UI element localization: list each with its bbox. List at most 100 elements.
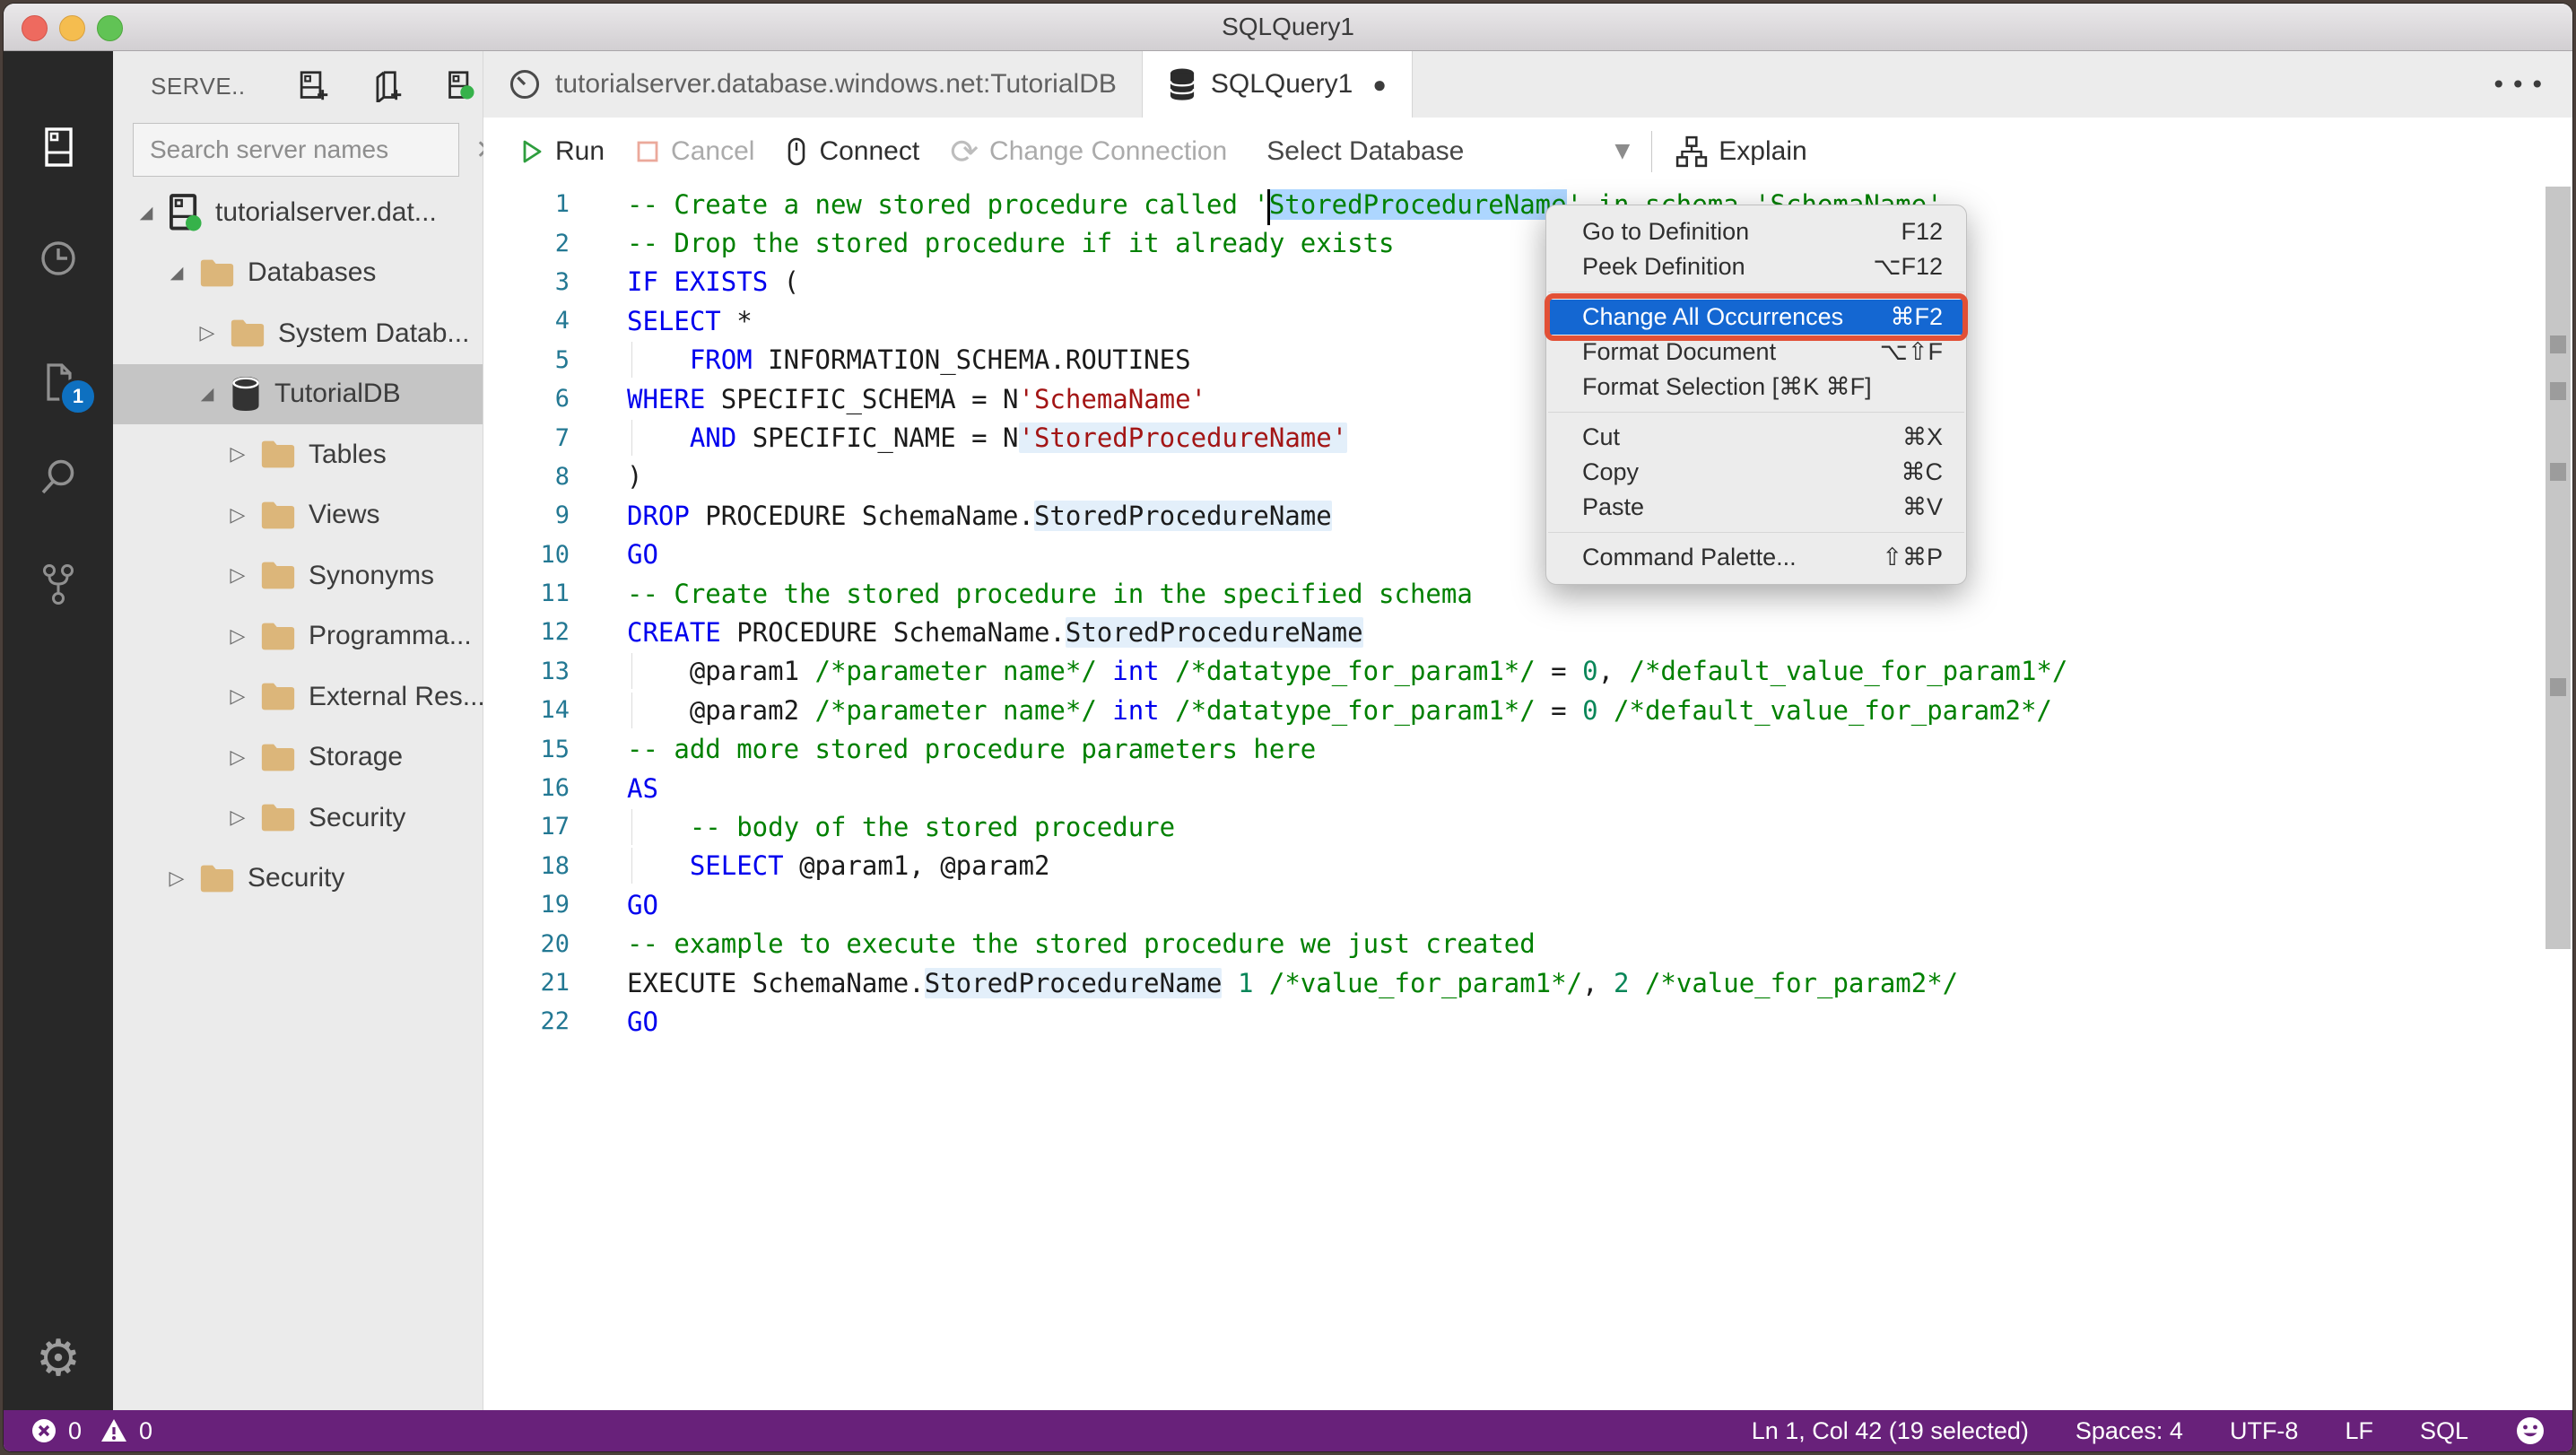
code-line-9[interactable]: 9 DROP PROCEDURE SchemaName.StoredProcedu… [483, 496, 2537, 535]
tree-item-external-res[interactable]: ▷ External Res... [113, 667, 485, 727]
menu-item-cut[interactable]: Cut ⌘X [1546, 420, 1966, 455]
menu-item-change-all-occurrences[interactable]: Change All Occurrences ⌘F2 [1545, 293, 1968, 341]
tree-item-security[interactable]: ▷ Security [113, 849, 483, 909]
code-line-11[interactable]: 11 -- Create the stored procedure in the … [483, 574, 2537, 613]
activity-item-task-history[interactable] [4, 218, 113, 299]
twisty-collapsed-icon[interactable]: ▷ [224, 504, 251, 527]
twisty-collapsed-icon[interactable]: ▷ [224, 806, 251, 829]
tree-item-views[interactable]: ▷ Views [113, 485, 483, 545]
server-icon [169, 193, 203, 232]
activity-item-open-editors[interactable]: 1 [4, 342, 113, 423]
code-line-4[interactable]: 4 SELECT * [483, 301, 2537, 340]
dirty-indicator-icon: ● [1372, 70, 1388, 98]
problems-status[interactable]: 0 0 [30, 1417, 152, 1445]
tree-item-programma[interactable]: ▷ Programma... [113, 606, 483, 667]
code-line-15[interactable]: 15 -- add more stored procedure parameter… [483, 729, 2537, 768]
activity-item-servers[interactable] [4, 107, 113, 187]
code-line-22[interactable]: 22 GO [483, 1002, 2537, 1041]
window-minimize-button[interactable] [59, 15, 85, 41]
select-database-dropdown[interactable]: Select Database ▼ [1266, 136, 1630, 167]
line-content: DROP PROCEDURE SchemaName.StoredProcedur… [627, 500, 1332, 531]
twisty-collapsed-icon[interactable]: ▷ [224, 625, 251, 648]
status-encoding[interactable]: UTF-8 [2230, 1417, 2299, 1445]
code-line-19[interactable]: 19 GO [483, 885, 2537, 924]
dashboard-icon [509, 68, 541, 100]
menu-item-shortcut: ⌘F2 [1890, 303, 1943, 330]
menu-item-go-to-definition[interactable]: Go to Definition F12 [1546, 214, 1966, 249]
open-editors-badge: 1 [59, 378, 97, 415]
tab-sqlquery1[interactable]: SQLQuery1 ● [1142, 51, 1414, 118]
window-maximize-button[interactable] [97, 15, 123, 41]
menu-item-paste[interactable]: Paste ⌘V [1546, 490, 1966, 525]
line-content: -- add more stored procedure parameters … [627, 734, 1316, 764]
code-line-18[interactable]: 18 SELECT @param1, @param2 [483, 847, 2537, 885]
code-line-3[interactable]: 3 IF EXISTS ( [483, 263, 2537, 301]
twisty-expanded-icon[interactable]: ◢ [194, 384, 221, 404]
editor-group: tutorialserver.database.windows.net:Tuto… [483, 51, 2572, 1410]
line-content: @param1 /*parameter name*/ int /*datatyp… [627, 653, 2067, 690]
tree-item-databases[interactable]: ◢ Databases [113, 243, 483, 303]
tree-item-tutorialdb[interactable]: ◢ TutorialDB [113, 363, 483, 424]
new-server-group-icon[interactable] [371, 70, 404, 102]
tree-item-synonyms[interactable]: ▷ Synonyms [113, 545, 483, 606]
twisty-collapsed-icon[interactable]: ▷ [194, 322, 221, 344]
connect-button[interactable]: Connect [785, 135, 919, 168]
status-indentation[interactable]: Spaces: 4 [2076, 1417, 2183, 1445]
line-number: 18 [540, 851, 570, 880]
status-language-mode[interactable]: SQL [2420, 1417, 2468, 1445]
code-editor[interactable]: 1 -- Create a new stored procedure called… [483, 185, 2537, 1041]
twisty-collapsed-icon[interactable]: ▷ [224, 746, 251, 769]
new-server-icon[interactable] [298, 70, 330, 102]
menu-item-copy[interactable]: Copy ⌘C [1546, 455, 1966, 490]
twisty-collapsed-icon[interactable]: ▷ [224, 443, 251, 466]
twisty-collapsed-icon[interactable]: ▷ [224, 685, 251, 708]
tab-tutorialserver-database-windows-net-tutorialdb[interactable]: tutorialserver.database.windows.net:Tuto… [483, 51, 1143, 118]
tab-label: tutorialserver.database.windows.net:Tuto… [555, 69, 1117, 99]
code-line-16[interactable]: 16 AS [483, 769, 2537, 807]
status-cursor-position[interactable]: Ln 1, Col 42 (19 selected) [1752, 1417, 2029, 1445]
twisty-expanded-icon[interactable]: ◢ [133, 203, 160, 222]
code-line-1[interactable]: 1 -- Create a new stored procedure called… [483, 185, 2537, 223]
settings-gear-icon[interactable]: ⚙ [4, 1322, 113, 1394]
code-line-13[interactable]: 13 @param1 /*parameter name*/ int /*data… [483, 652, 2537, 691]
tree-item-security[interactable]: ▷ Security [113, 788, 483, 848]
cancel-button[interactable]: Cancel [635, 136, 754, 167]
code-line-5[interactable]: 5 FROM INFORMATION_SCHEMA.ROUTINES [483, 341, 2537, 379]
code-line-17[interactable]: 17 -- body of the stored procedure [483, 807, 2537, 846]
code-line-2[interactable]: 2 -- Drop the stored procedure if it alre… [483, 223, 2537, 262]
menu-item-format-document[interactable]: Format Document ⌥⇧F [1546, 335, 1966, 370]
menu-item-format-selection-k-f[interactable]: Format Selection [⌘K ⌘F] [1546, 370, 1966, 405]
tree-item-tables[interactable]: ▷ Tables [113, 424, 483, 484]
code-line-14[interactable]: 14 @param2 /*parameter name*/ int /*data… [483, 691, 2537, 729]
menu-item-peek-definition[interactable]: Peek Definition ⌥F12 [1546, 249, 1966, 284]
twisty-collapsed-icon[interactable]: ▷ [163, 867, 190, 890]
code-line-6[interactable]: 6 WHERE SPECIFIC_SCHEMA = N'SchemaName' [483, 379, 2537, 418]
change-connection-button[interactable]: ⟳ Change Connection [950, 135, 1227, 169]
editor-scrollbar-thumb[interactable] [2546, 187, 2571, 949]
server-search-box[interactable]: ✕ [133, 123, 498, 177]
run-button[interactable]: Run [518, 136, 605, 167]
tree-item-tutorialserver-dat[interactable]: ◢ tutorialserver.dat... [113, 182, 483, 242]
explain-button[interactable]: Explain [1675, 135, 1807, 168]
active-connections-icon[interactable] [445, 70, 477, 102]
activity-item-search[interactable] [4, 437, 113, 518]
code-line-8[interactable]: 8) [483, 457, 2537, 496]
code-line-21[interactable]: 21 EXECUTE SchemaName.StoredProcedureName… [483, 963, 2537, 1002]
menu-item-command-palette[interactable]: Command Palette... ⇧⌘P [1546, 540, 1966, 575]
line-content: -- body of the stored procedure [627, 808, 1175, 845]
activity-item-source-control[interactable] [4, 543, 113, 623]
twisty-collapsed-icon[interactable]: ▷ [224, 564, 251, 587]
code-line-7[interactable]: 7 AND SPECIFIC_NAME = N'StoredProcedureN… [483, 418, 2537, 457]
tab-actions-more-icon[interactable]: ••• [2491, 51, 2549, 118]
search-input[interactable] [148, 135, 475, 165]
feedback-smiley-icon[interactable] [2515, 1416, 2546, 1446]
run-label: Run [555, 135, 605, 166]
tree-item-system-datab[interactable]: ▷ System Datab... [113, 303, 483, 363]
twisty-expanded-icon[interactable]: ◢ [163, 263, 190, 283]
status-eol[interactable]: LF [2345, 1417, 2373, 1445]
code-line-10[interactable]: 10 GO [483, 536, 2537, 574]
tree-item-storage[interactable]: ▷ Storage [113, 728, 483, 788]
window-close-button[interactable] [22, 15, 48, 41]
code-line-20[interactable]: 20 -- example to execute the stored proce… [483, 924, 2537, 963]
code-line-12[interactable]: 12 CREATE PROCEDURE SchemaName.StoredProc… [483, 613, 2537, 651]
